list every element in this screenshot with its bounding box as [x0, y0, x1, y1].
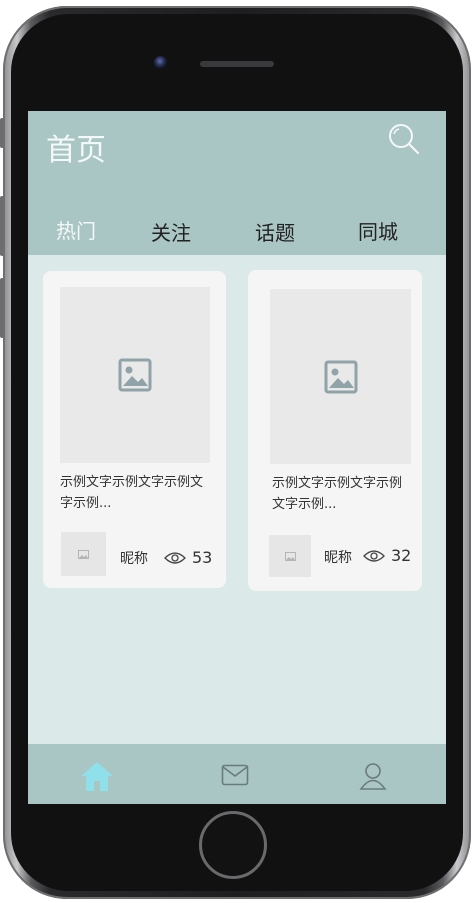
- front-camera: [154, 56, 167, 69]
- view-count-value: 53: [192, 548, 213, 567]
- search-icon[interactable]: [386, 121, 422, 157]
- user-icon[interactable]: [359, 762, 387, 790]
- mute-switch: [0, 118, 4, 148]
- tab-hot[interactable]: 热门: [56, 215, 96, 244]
- image-placeholder-icon: [118, 358, 152, 392]
- bottom-nav: [28, 744, 446, 804]
- tab-topic[interactable]: 话题: [255, 217, 295, 246]
- post-card[interactable]: 示例文字示例文字示例文字示例... 昵称 53: [43, 271, 226, 588]
- image-placeholder-icon: [324, 360, 357, 393]
- earpiece-speaker: [200, 61, 274, 67]
- nickname: 昵称: [120, 551, 148, 567]
- post-image: [270, 289, 411, 464]
- page-title: 首页: [46, 133, 106, 168]
- tab-local[interactable]: 同城: [358, 216, 398, 245]
- avatar: [61, 532, 106, 576]
- eye-icon: [363, 549, 385, 562]
- avatar-placeholder-icon: [78, 549, 89, 559]
- view-count: 32: [363, 546, 411, 565]
- avatar-placeholder-icon: [284, 551, 296, 561]
- eye-icon: [164, 551, 186, 564]
- volume-up-button: [0, 196, 4, 256]
- nickname: 昵称: [324, 550, 352, 566]
- avatar: [269, 535, 311, 577]
- app-screen: 首页 热门 关注 话题 同城 示例文字示例文字示例文字示例... 昵称 53 示…: [28, 111, 446, 804]
- volume-down-button: [0, 278, 4, 338]
- view-count: 53: [164, 548, 212, 567]
- view-count-value: 32: [391, 546, 412, 565]
- post-image: [60, 287, 210, 463]
- mail-icon[interactable]: [221, 764, 249, 786]
- home-icon[interactable]: [80, 760, 114, 792]
- post-text: 示例文字示例文字示例文字示例...: [60, 475, 204, 511]
- post-text: 示例文字示例文字示例文字示例...: [272, 476, 403, 512]
- header-bar: 首页 热门 关注 话题 同城: [28, 111, 446, 255]
- tab-bar: 热门 关注 话题 同城: [28, 215, 446, 255]
- tab-follow[interactable]: 关注: [151, 217, 191, 246]
- post-card[interactable]: 示例文字示例文字示例文字示例... 昵称 32: [248, 270, 422, 591]
- home-button[interactable]: [199, 811, 267, 879]
